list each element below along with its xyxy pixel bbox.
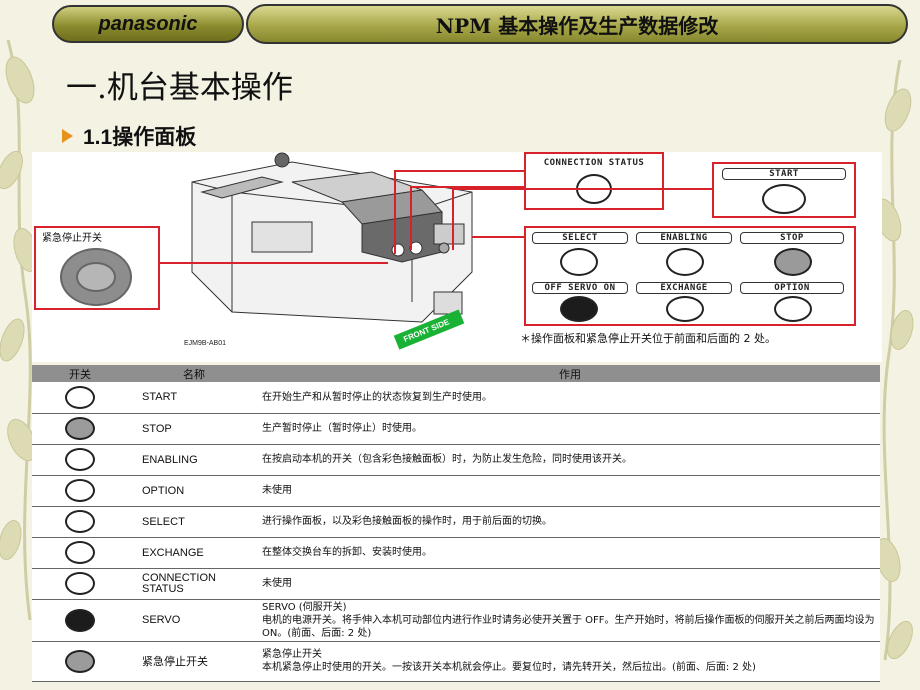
header-use: 作用 — [260, 365, 880, 382]
machine-illustration — [191, 152, 473, 323]
section-title: 一.机台基本操作 — [66, 70, 293, 106]
header-name: 名称 — [128, 365, 260, 382]
diagram-note: ＊操作面板和紧急停止开关位于前面和后面的 2 处。 — [520, 332, 776, 345]
enabling-icon — [65, 448, 95, 471]
table-row: START 在开始生产和从暂时停止的状态恢复到生产时使用。 — [32, 382, 880, 414]
row-name: START — [128, 382, 260, 414]
connector-line — [394, 170, 524, 172]
exchange-label: EXCHANGE — [660, 283, 708, 293]
table-row: OPTION 未使用 — [32, 475, 880, 507]
figure-code: EJM9B-AB01 — [184, 340, 227, 347]
start-button[interactable] — [762, 184, 806, 214]
select-button[interactable] — [560, 248, 598, 276]
stop-button[interactable] — [774, 248, 812, 276]
servo-label: OFF SERVO ON — [544, 283, 616, 293]
operation-panel-callout: SELECT ENABLING STOP OFF SERVO ON EXCHAN… — [524, 226, 856, 326]
stop-icon — [65, 417, 95, 440]
stop-label: STOP — [780, 233, 804, 243]
connector-line — [472, 236, 524, 238]
emergency-stop-inner — [76, 262, 116, 292]
table-row: EXCHANGE 在整体交换台车的拆卸、安装时使用。 — [32, 537, 880, 569]
select-label: SELECT — [562, 233, 598, 243]
connector-line — [452, 188, 712, 190]
table-row: SERVO SERVO (伺服开关) 电机的电源开关。将手伸入本机可动部位内进行… — [32, 599, 880, 642]
table-row: ENABLING 在按启动本机的开关（包含彩色接触面板）时，为防止发生危险，同时… — [32, 444, 880, 476]
brand-logo: panasonic — [52, 5, 244, 43]
header-switch: 开关 — [32, 365, 128, 382]
connector-line — [394, 170, 396, 254]
enabling-label: ENABLING — [660, 233, 708, 243]
row-use: 在开始生产和从暂时停止的状态恢复到生产时使用。 — [260, 382, 880, 414]
start-title: START — [769, 169, 799, 179]
exchange-icon — [65, 541, 95, 564]
connector-line — [410, 186, 412, 250]
exchange-button[interactable] — [666, 296, 704, 322]
connection-status-icon — [65, 572, 95, 595]
row-use: 在按启动本机的开关（包含彩色接触面板）时，为防止发生危险，同时使用该开关。 — [260, 444, 880, 476]
row-use: 在整体交换台车的拆卸、安装时使用。 — [260, 537, 880, 569]
emergency-stop-callout: 紧急停止开关 — [34, 226, 160, 310]
row-name: EXCHANGE — [128, 537, 260, 569]
option-label: OPTION — [774, 283, 810, 293]
option-button[interactable] — [774, 296, 812, 322]
connector-line — [160, 262, 388, 264]
row-name: CONNECTION STATUS — [128, 568, 260, 600]
row-name: ENABLING — [128, 444, 260, 476]
row-name: OPTION — [128, 475, 260, 507]
row-name: 紧急停止开关 — [128, 641, 260, 682]
table-row: 紧急停止开关 紧急停止开关 本机紧急停止时使用的开关。一按该开关本机就会停止。要… — [32, 641, 880, 682]
subsection-row: 1.1操作面板 — [62, 121, 196, 151]
table-row: CONNECTION STATUS 未使用 — [32, 568, 880, 600]
arrow-bullet-icon — [62, 129, 73, 143]
enabling-button[interactable] — [666, 248, 704, 276]
start-icon — [65, 385, 95, 409]
option-icon — [65, 479, 95, 502]
row-use: SERVO (伺服开关) 电机的电源开关。将手伸入本机可动部位内进行作业时请务必… — [260, 599, 880, 642]
operation-panel-diagram: 紧急停止开关 CONNECTION STATUS START SELECT EN… — [32, 152, 882, 362]
connection-status-callout: CONNECTION STATUS — [524, 152, 664, 210]
row-use: 紧急停止开关 本机紧急停止时使用的开关。一按该开关本机就会停止。要复位时，请先转… — [260, 641, 880, 682]
connection-status-title: CONNECTION STATUS — [543, 158, 645, 168]
row-use: 进行操作面板，以及彩色接触面板的操作时，用于前后面的切换。 — [260, 506, 880, 538]
page-header-title: NPM 基本操作及生产数据修改 — [246, 4, 908, 44]
row-name: SELECT — [128, 506, 260, 538]
start-callout: START — [712, 162, 856, 218]
row-use: 未使用 — [260, 568, 880, 600]
table-header-row: 开关 名称 作用 — [32, 365, 880, 382]
emergency-stop-icon — [65, 649, 95, 673]
switch-table: 开关 名称 作用 START 在开始生产和从暂时停止的状态恢复到生产时使用。 S… — [32, 365, 880, 682]
row-name: SERVO — [128, 599, 260, 642]
table-row: STOP 生产暂时停止（暂时停止）时使用。 — [32, 413, 880, 445]
table-row: SELECT 进行操作面板，以及彩色接触面板的操作时，用于前后面的切换。 — [32, 506, 880, 538]
subsection-title: 1.1操作面板 — [83, 126, 197, 149]
row-use: 未使用 — [260, 475, 880, 507]
servo-icon — [65, 608, 95, 632]
row-name: STOP — [128, 413, 260, 445]
select-icon — [65, 510, 95, 533]
servo-switch[interactable] — [560, 296, 598, 322]
row-use: 生产暂时停止（暂时停止）时使用。 — [260, 413, 880, 445]
emergency-stop-label: 紧急停止开关 — [42, 233, 102, 244]
connector-line — [452, 188, 454, 250]
